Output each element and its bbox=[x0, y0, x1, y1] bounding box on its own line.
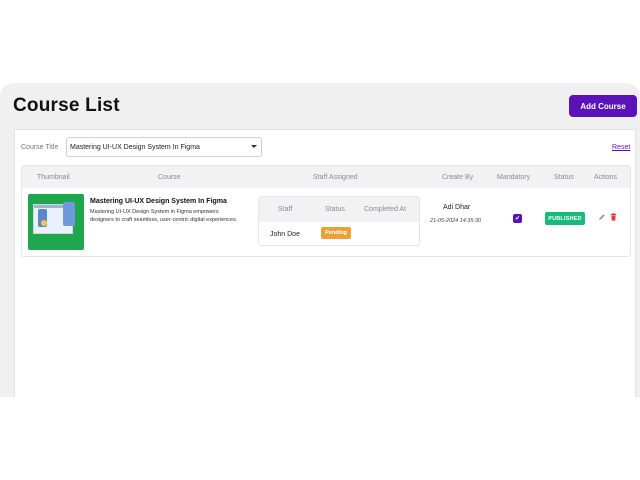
course-title-filter-label: Course Title bbox=[21, 144, 59, 151]
thumbnail-badge-illustration bbox=[41, 220, 47, 226]
course-title-select[interactable]: Mastering UI-UX Design System In Figma bbox=[66, 137, 262, 157]
column-header-create-by: Create By bbox=[442, 174, 474, 181]
staff-column-header-status: Status bbox=[325, 206, 345, 213]
checkmark-icon: ✔ bbox=[514, 214, 521, 222]
edit-icon[interactable] bbox=[598, 213, 606, 221]
column-header-course: Course bbox=[158, 174, 181, 181]
created-at-date: 21-05-2024 14:35:30 bbox=[430, 218, 482, 224]
pending-status-badge: Pending bbox=[321, 227, 351, 239]
column-header-mandatory: Mandatory bbox=[497, 174, 531, 181]
staff-assigned-table: Staff Status Completed At John Doe Pendi… bbox=[258, 196, 420, 246]
page-title: Course List bbox=[13, 95, 120, 116]
published-status-badge: PUBLISHED bbox=[545, 212, 585, 225]
add-course-button[interactable]: Add Course bbox=[569, 95, 637, 117]
table-header: Thumbnail Course Staff Assigned Create B… bbox=[22, 166, 630, 188]
mandatory-checkbox[interactable]: ✔ bbox=[513, 214, 522, 223]
table-row: Mastering UI-UX Design System In Figma M… bbox=[22, 188, 630, 256]
staff-table-header: Staff Status Completed At bbox=[259, 197, 419, 222]
created-by-name: Adi Dhar bbox=[443, 204, 471, 211]
column-header-staff-assigned: Staff Assigned bbox=[313, 174, 358, 181]
course-description: Mastering UI-UX Design System in Figma e… bbox=[90, 209, 238, 223]
course-title: Mastering UI-UX Design System In Figma bbox=[90, 198, 227, 205]
column-header-thumbnail: Thumbnail bbox=[37, 174, 70, 181]
course-thumbnail[interactable] bbox=[28, 194, 84, 250]
staff-name: John Doe bbox=[270, 231, 300, 238]
delete-icon[interactable] bbox=[610, 213, 617, 221]
thumbnail-phone-illustration bbox=[63, 202, 75, 226]
chevron-down-icon bbox=[251, 145, 257, 148]
column-header-status: Status bbox=[554, 174, 574, 181]
reset-link[interactable]: Reset bbox=[612, 144, 630, 151]
course-table: Thumbnail Course Staff Assigned Create B… bbox=[21, 165, 631, 257]
column-header-actions: Actions bbox=[594, 174, 617, 181]
staff-column-header-staff: Staff bbox=[278, 206, 293, 213]
course-list-card: Course Title Mastering UI-UX Design Syst… bbox=[14, 129, 636, 397]
course-title-select-value: Mastering UI-UX Design System In Figma bbox=[70, 143, 200, 151]
staff-column-header-completed-at: Completed At bbox=[364, 206, 407, 213]
